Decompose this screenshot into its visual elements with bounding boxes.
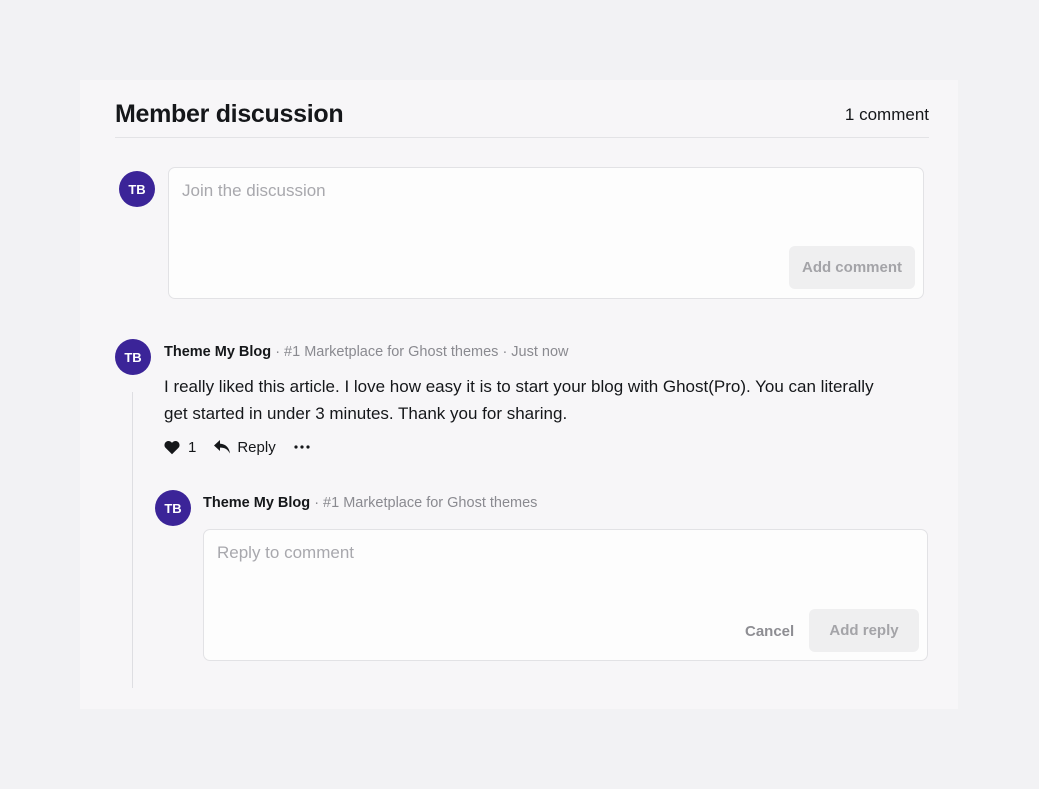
reply-author-name[interactable]: Theme My Blog: [203, 495, 310, 511]
add-comment-button[interactable]: Add comment: [789, 246, 915, 289]
comment-actions: 1 Reply: [164, 437, 310, 457]
discussion-title: Member discussion: [115, 100, 344, 128]
reply-author-meta: · #1 Marketplace for Ghost themes: [314, 495, 538, 511]
reply-input-placeholder: Reply to comment: [217, 543, 354, 562]
reply-label: Reply: [237, 438, 276, 456]
reply-button[interactable]: Reply: [213, 438, 276, 456]
reply-meta: Theme My Blog · #1 Marketplace for Ghost…: [203, 495, 537, 511]
reply-arrow-icon: [214, 440, 231, 454]
thread-line: [132, 392, 133, 688]
comment-input[interactable]: Join the discussion Add comment: [168, 167, 924, 299]
comment-body: I really liked this article. I love how …: [164, 377, 874, 423]
reply-avatar: TB: [155, 490, 191, 526]
like-count: 1: [188, 438, 197, 456]
heart-icon: [164, 440, 180, 454]
reply-input[interactable]: Reply to comment Cancel Add reply: [203, 529, 928, 661]
comment-author-meta: · #1 Marketplace for Ghost themes · Just…: [275, 344, 569, 360]
comment-author-name[interactable]: Theme My Blog: [164, 344, 271, 360]
avatar: TB: [119, 171, 155, 207]
cancel-button[interactable]: Cancel: [745, 623, 794, 640]
comments-panel: Member discussion 1 comment TB Join the …: [80, 80, 958, 709]
comment-input-placeholder: Join the discussion: [182, 181, 326, 200]
comment-meta: Theme My Blog · #1 Marketplace for Ghost…: [164, 344, 569, 360]
more-options-button[interactable]: [294, 445, 310, 449]
discussion-header: Member discussion 1 comment: [115, 100, 929, 138]
ellipsis-icon: [294, 445, 310, 449]
comment-author-avatar: TB: [115, 339, 151, 375]
like-button[interactable]: 1: [164, 439, 196, 456]
comment-count: 1 comment: [844, 105, 929, 124]
add-reply-button[interactable]: Add reply: [809, 609, 919, 652]
